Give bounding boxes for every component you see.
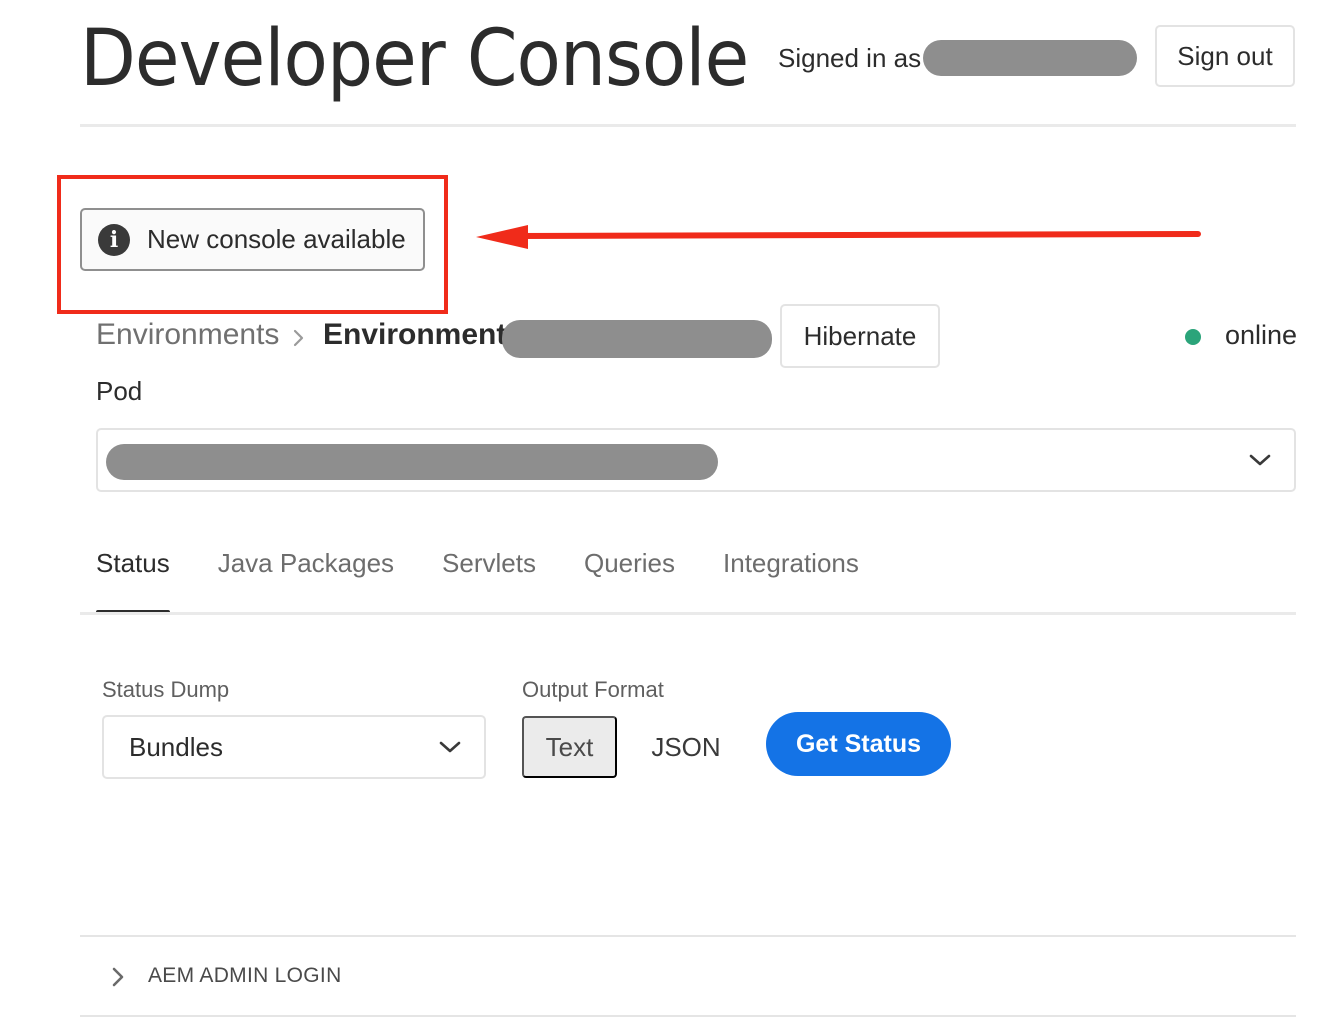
status-dump-label: Status Dump bbox=[102, 677, 230, 702]
breadcrumb-current-environment: Environment bbox=[323, 318, 507, 351]
status-dot-icon bbox=[1185, 329, 1201, 345]
hibernate-button[interactable]: Hibernate bbox=[780, 304, 940, 368]
tab-integrations[interactable]: Integrations bbox=[723, 548, 859, 614]
signed-in-label: Signed in as bbox=[778, 42, 922, 73]
pod-label: Pod bbox=[96, 376, 143, 406]
page-title: Developer Console bbox=[80, 14, 749, 104]
tab-bar: Status Java Packages Servlets Queries In… bbox=[96, 548, 907, 614]
pod-select[interactable] bbox=[96, 428, 1296, 492]
format-text-option[interactable]: Text bbox=[522, 716, 617, 778]
tab-status[interactable]: Status bbox=[96, 548, 170, 614]
tabs-divider bbox=[80, 612, 1296, 615]
format-json-option[interactable]: JSON bbox=[640, 716, 732, 778]
signed-in-indicator: Signed in as bbox=[778, 40, 1138, 76]
breadcrumb-environments-link[interactable]: Environments bbox=[96, 318, 279, 352]
chevron-right-icon[interactable] bbox=[110, 966, 126, 988]
info-icon: i bbox=[98, 223, 130, 256]
tab-java-packages[interactable]: Java Packages bbox=[218, 548, 394, 614]
tab-servlets[interactable]: Servlets bbox=[442, 548, 536, 614]
output-format-label: Output Format bbox=[522, 677, 664, 702]
header-divider bbox=[80, 124, 1296, 127]
developer-console-page: Developer Console Signed in as Sign out … bbox=[0, 0, 1338, 1034]
chevron-down-icon bbox=[439, 741, 461, 753]
status-dump-select[interactable]: Bundles bbox=[102, 715, 486, 779]
accordion-divider-top bbox=[80, 935, 1296, 937]
redacted-environment-name bbox=[502, 320, 772, 358]
new-console-label: New console available bbox=[147, 224, 406, 254]
sign-out-button[interactable]: Sign out bbox=[1155, 25, 1295, 87]
tab-queries[interactable]: Queries bbox=[584, 548, 675, 614]
chevron-down-icon bbox=[1249, 454, 1271, 466]
new-console-button[interactable]: i New console available bbox=[80, 208, 425, 271]
aem-admin-login-accordion[interactable]: AEM ADMIN LOGIN bbox=[148, 964, 342, 988]
redacted-username bbox=[923, 40, 1138, 76]
status-dump-value: Bundles bbox=[129, 731, 223, 762]
accordion-divider-bottom bbox=[80, 1015, 1296, 1017]
annotation-arrow-icon bbox=[476, 225, 1201, 249]
chevron-right-icon bbox=[293, 329, 304, 347]
get-status-button[interactable]: Get Status bbox=[766, 712, 951, 776]
environment-status: online bbox=[1225, 320, 1298, 350]
redacted-pod-value bbox=[106, 444, 718, 480]
